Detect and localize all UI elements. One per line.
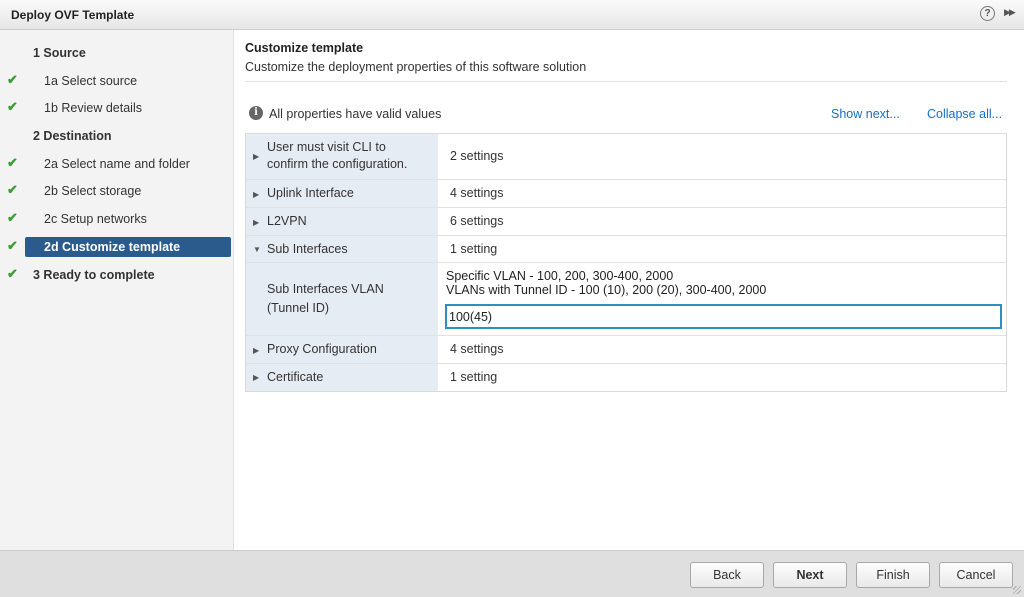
vlan-hint-line: Specific VLAN - 100, 200, 300-400, 2000 xyxy=(446,269,674,283)
step-select-storage[interactable]: ✔ 2b Select storage xyxy=(0,181,234,201)
step-label: 1a Select source xyxy=(44,74,138,88)
help-icon[interactable]: ? xyxy=(980,6,995,21)
step-select-source[interactable]: ✔ 1a Select source xyxy=(0,71,234,91)
property-value: 1 setting xyxy=(450,370,498,384)
step-label: 3 Ready to complete xyxy=(33,268,155,282)
resize-grip-icon[interactable] xyxy=(1013,586,1021,594)
expand-icon[interactable]: ▶▶ xyxy=(1004,7,1016,18)
property-key: Sub Interfaces VLAN (Tunnel ID) xyxy=(246,263,438,335)
step-label: 1b Review details xyxy=(44,101,142,115)
property-row-sub-interfaces-vlan: Sub Interfaces VLAN (Tunnel ID) Specific… xyxy=(246,263,1006,336)
property-key: ▶ L2VPN xyxy=(246,208,438,235)
property-value: 4 settings xyxy=(450,342,504,356)
property-row-uplink[interactable]: ▶ Uplink Interface 4 settings xyxy=(246,180,1006,208)
property-row-cli-confirm[interactable]: ▶ User must visit CLI to confirm the con… xyxy=(246,134,1006,180)
wizard-steps-sidebar: 1 Source ✔ 1a Select source ✔ 1b Review … xyxy=(0,30,234,550)
property-key: ▶ Proxy Configuration xyxy=(246,336,438,363)
property-name: Uplink Interface xyxy=(267,186,354,200)
expand-arrow-icon[interactable]: ▶ xyxy=(253,218,259,227)
step-customize-template[interactable]: ✔ 2d Customize template xyxy=(0,237,234,257)
property-name: Certificate xyxy=(267,370,324,384)
step-ready-to-complete[interactable]: ✔ 3 Ready to complete xyxy=(0,265,234,285)
step-setup-networks[interactable]: ✔ 2c Setup networks xyxy=(0,209,234,229)
step-label: 2 Destination xyxy=(33,129,112,143)
property-name: User must visit CLI to confirm the confi… xyxy=(267,140,408,171)
vlan-hint-line: VLANs with Tunnel ID - 100 (10), 200 (20… xyxy=(446,283,767,297)
page-title: Customize template xyxy=(245,41,364,55)
step-select-name-folder[interactable]: ✔ 2a Select name and folder xyxy=(0,154,234,174)
page-subtitle: Customize the deployment properties of t… xyxy=(245,60,587,74)
validation-status: All properties have valid values xyxy=(269,107,442,121)
vlan-format-hint: Specific VLAN - 100, 200, 300-400, 2000 … xyxy=(446,269,766,297)
step-review-details[interactable]: ✔ 1b Review details xyxy=(0,98,234,118)
step-destination[interactable]: 2 Destination xyxy=(0,126,234,146)
check-icon: ✔ xyxy=(7,238,18,253)
cancel-button[interactable]: Cancel xyxy=(939,562,1013,588)
property-key: ▼ Sub Interfaces xyxy=(246,236,438,262)
property-value: 1 setting xyxy=(450,242,498,256)
property-row-proxy[interactable]: ▶ Proxy Configuration 4 settings xyxy=(246,336,1006,364)
property-key: ▶ Certificate xyxy=(246,364,438,391)
wizard-footer: Back Next Finish Cancel xyxy=(0,550,1024,597)
validation-row: i All properties have valid values Show … xyxy=(245,104,1010,122)
property-name: Sub Interfaces xyxy=(267,242,348,256)
property-value: 2 settings xyxy=(450,149,504,163)
property-name: Sub Interfaces VLAN (Tunnel ID) xyxy=(267,282,384,315)
property-key: ▶ User must visit CLI to confirm the con… xyxy=(246,134,438,179)
check-icon: ✔ xyxy=(7,266,18,281)
step-label: 2d Customize template xyxy=(44,240,181,254)
property-name: Proxy Configuration xyxy=(267,342,377,356)
check-icon: ✔ xyxy=(7,155,18,170)
main-content: Customize template Customize the deploym… xyxy=(235,30,1024,550)
divider xyxy=(245,81,1007,82)
step-source[interactable]: 1 Source xyxy=(0,43,234,63)
back-button[interactable]: Back xyxy=(690,562,764,588)
expand-arrow-icon[interactable]: ▶ xyxy=(253,373,259,382)
property-row-certificate[interactable]: ▶ Certificate 1 setting xyxy=(246,364,1006,391)
check-icon: ✔ xyxy=(7,210,18,225)
check-icon: ✔ xyxy=(7,99,18,114)
property-value: 6 settings xyxy=(450,214,504,228)
step-label: 2c Setup networks xyxy=(44,212,147,226)
check-icon: ✔ xyxy=(7,72,18,87)
finish-button[interactable]: Finish xyxy=(856,562,930,588)
sub-interfaces-vlan-input[interactable] xyxy=(445,304,1002,329)
collapse-all-link[interactable]: Collapse all... xyxy=(927,107,1002,121)
property-key: ▶ Uplink Interface xyxy=(246,180,438,207)
property-row-sub-interfaces[interactable]: ▼ Sub Interfaces 1 setting xyxy=(246,236,1006,263)
properties-table: ▶ User must visit CLI to confirm the con… xyxy=(245,133,1007,392)
expand-arrow-icon[interactable]: ▶ xyxy=(253,190,259,199)
check-icon: ✔ xyxy=(7,182,18,197)
expand-arrow-icon[interactable]: ▶ xyxy=(253,346,259,355)
property-value: 4 settings xyxy=(450,186,504,200)
step-label: 2b Select storage xyxy=(44,184,142,198)
collapse-arrow-icon[interactable]: ▼ xyxy=(253,245,261,254)
property-row-l2vpn[interactable]: ▶ L2VPN 6 settings xyxy=(246,208,1006,236)
expand-arrow-icon[interactable]: ▶ xyxy=(253,152,259,161)
step-label: 2a Select name and folder xyxy=(44,157,190,171)
next-button[interactable]: Next xyxy=(773,562,847,588)
step-label: 1 Source xyxy=(33,46,86,60)
property-name: L2VPN xyxy=(267,214,307,228)
window-title: Deploy OVF Template xyxy=(11,8,135,22)
info-icon: i xyxy=(249,106,263,120)
window-titlebar: Deploy OVF Template ? ▶▶ xyxy=(0,0,1024,30)
show-next-link[interactable]: Show next... xyxy=(831,107,900,121)
